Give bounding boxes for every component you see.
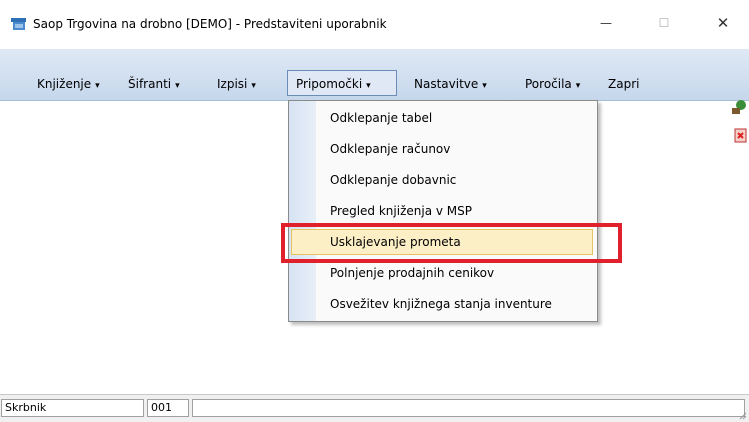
menu-nastavitve[interactable]: Nastavitve ▾ [414, 77, 487, 91]
pripomocki-dropdown: Odklepanje tabel Odklepanje računov Odkl… [288, 100, 598, 322]
menu-label: Izpisi [217, 77, 248, 91]
menu-zapri[interactable]: Zapri [608, 77, 639, 91]
exit-icon[interactable] [734, 128, 748, 143]
menu-item-odklepanje-tabel[interactable]: Odklepanje tabel [330, 111, 432, 125]
window-title: Saop Trgovina na drobno [DEMO] - Predsta… [33, 17, 387, 31]
chevron-down-icon: ▾ [251, 81, 256, 91]
menu-item-osvezitev-inventure[interactable]: Osvežitev knjižnega stanja inventure [330, 297, 552, 311]
menu-item-odklepanje-racunov[interactable]: Odklepanje računov [330, 142, 450, 156]
menu-item-pregled-knjizenja[interactable]: Pregled knjiženja v MSP [330, 204, 472, 218]
menu-label: Poročila [525, 77, 572, 91]
maximize-icon: ☐ [658, 16, 670, 30]
chevron-down-icon: ▾ [175, 81, 180, 91]
status-user: Skrbnik [1, 399, 144, 417]
annotation-highlight-box [281, 223, 622, 263]
menu-icon-strip [289, 101, 316, 321]
close-icon: ✕ [716, 14, 730, 32]
menu-label: Šifranti [128, 77, 172, 91]
chevron-down-icon: ▾ [482, 81, 487, 91]
minimize-icon: — [600, 16, 612, 30]
menu-pripomocki[interactable]: Pripomočki ▾ [296, 77, 371, 91]
menu-item-odklepanje-dobavnic[interactable]: Odklepanje dobavnic [330, 173, 456, 187]
menu-item-polnjenje-cenikov[interactable]: Polnjenje prodajnih cenikov [330, 266, 494, 280]
app-icon [11, 18, 26, 30]
tree-icon[interactable] [731, 99, 747, 115]
status-extra [192, 399, 745, 417]
chevron-down-icon: ▾ [95, 81, 100, 91]
chevron-down-icon: ▾ [575, 81, 581, 91]
menu-label: Zapri [608, 77, 640, 91]
close-button[interactable]: ✕ [700, 8, 746, 38]
menu-porocila[interactable]: Poročila ▾ [525, 77, 580, 91]
menu-label: Pripomočki [296, 77, 363, 91]
menu-bar: Knjiženje ▾ Šifranti ▾ Izpisi ▾ Pripomočki ▾… [0, 49, 749, 143]
status-bar: Skrbnik 001 [0, 394, 749, 422]
menu-label: Nastavitve [414, 77, 479, 91]
menu-sifranti[interactable]: Šifranti ▾ [128, 77, 180, 91]
menu-knjizenje[interactable]: Knjiženje ▾ [37, 77, 100, 91]
minimize-button[interactable]: — [583, 8, 629, 38]
menu-label: Knjiženje [37, 77, 92, 91]
maximize-button[interactable]: ☐ [641, 8, 687, 38]
chevron-down-icon: ▾ [366, 81, 371, 91]
menu-izpisi[interactable]: Izpisi ▾ [217, 77, 256, 91]
status-code: 001 [147, 399, 189, 417]
resize-grip-icon[interactable] [737, 410, 747, 420]
title-bar: Saop Trgovina na drobno [DEMO] - Predsta… [0, 0, 749, 48]
